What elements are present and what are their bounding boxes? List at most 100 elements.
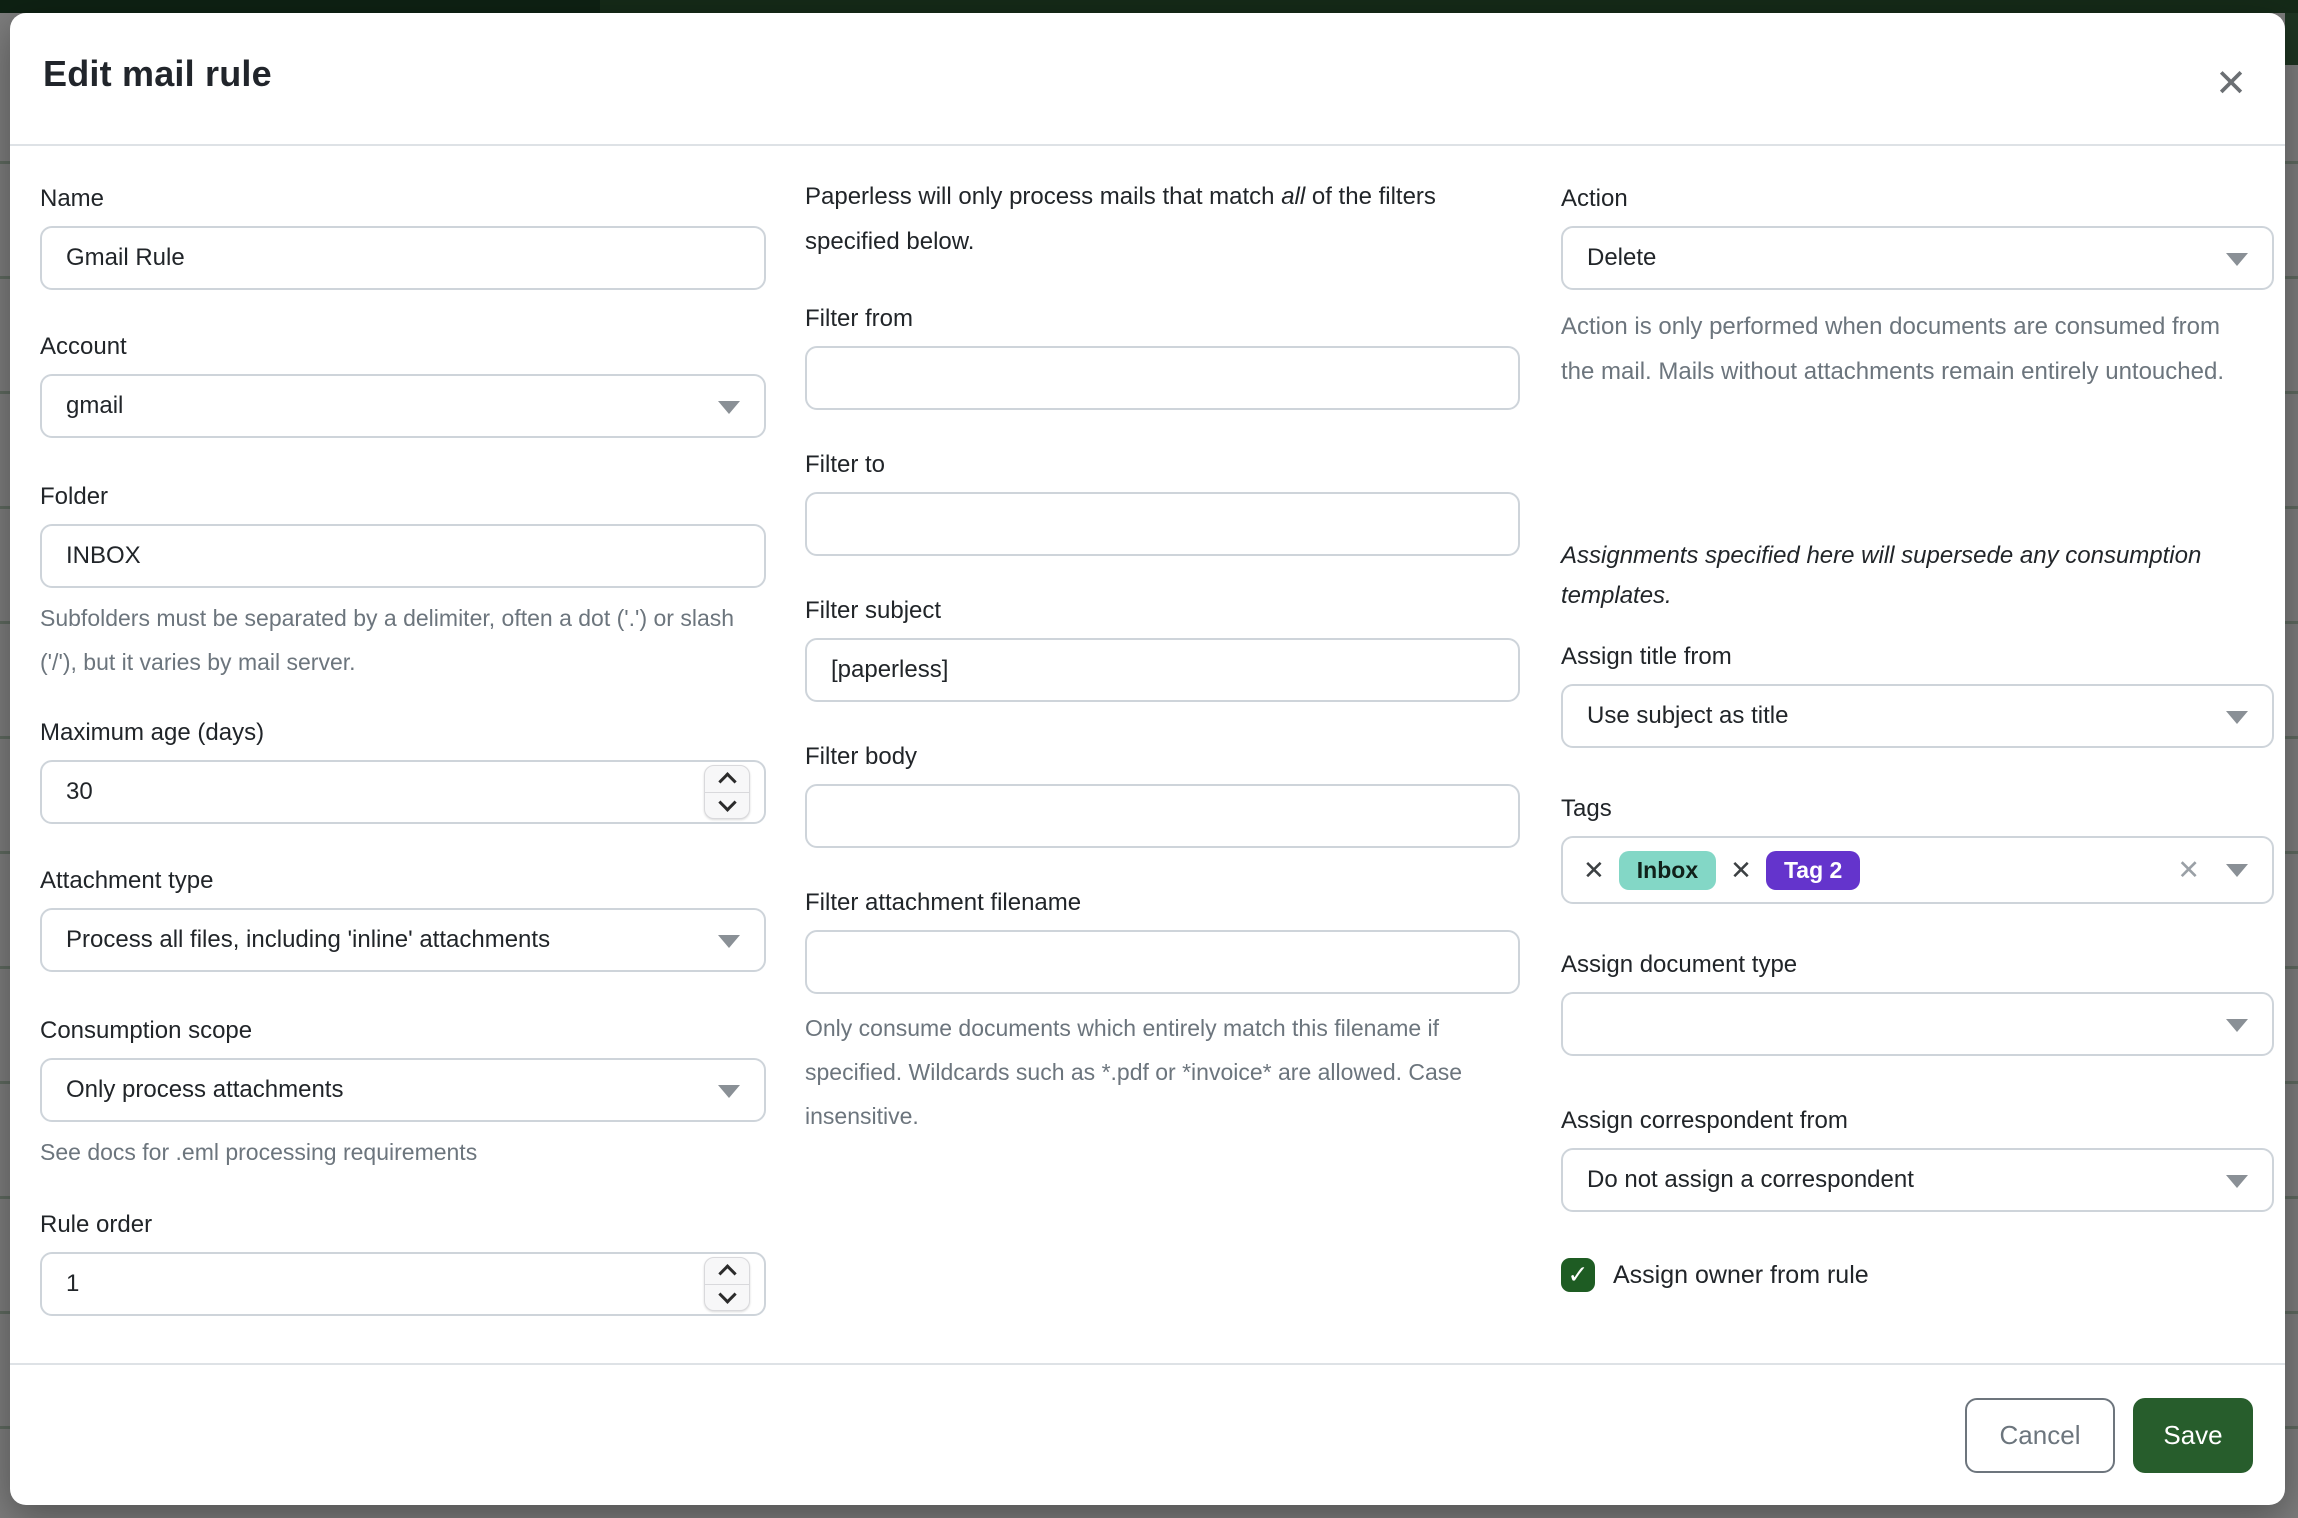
- field-assign-doc-type: Assign document type: [1561, 950, 2274, 1056]
- action-select[interactable]: Delete: [1561, 226, 2274, 290]
- tag-pill-inbox: Inbox: [1619, 851, 1716, 890]
- filter-from-input[interactable]: [805, 346, 1520, 410]
- dialog-footer: Cancel Save: [10, 1363, 2285, 1505]
- field-assign-correspondent: Assign correspondent from Do not assign …: [1561, 1106, 2274, 1212]
- filter-filename-label: Filter attachment filename: [805, 888, 1520, 918]
- app-header-strip: [0, 0, 2298, 13]
- assign-doc-type-select[interactable]: [1561, 992, 2274, 1056]
- max-age-label: Maximum age (days): [40, 718, 766, 748]
- consumption-scope-value: Only process attachments: [66, 1076, 343, 1104]
- filter-subject-label: Filter subject: [805, 596, 1520, 626]
- rule-order-value: 1: [66, 1270, 79, 1298]
- number-stepper[interactable]: [704, 765, 750, 819]
- account-select[interactable]: gmail: [40, 374, 766, 438]
- action-value: Delete: [1587, 244, 1656, 272]
- assignments-note: Assignments specified here will supersed…: [1561, 536, 2274, 616]
- name-label: Name: [40, 184, 766, 214]
- action-label: Action: [1561, 184, 2274, 214]
- field-filter-from: Filter from: [805, 304, 1520, 410]
- filter-from-label: Filter from: [805, 304, 1520, 334]
- column-actions: Action Delete Action is only performed w…: [1561, 146, 2274, 1363]
- assign-owner-checkbox[interactable]: ✓: [1561, 1258, 1595, 1292]
- close-icon: ✕: [2215, 61, 2247, 106]
- stepper-down-icon: [718, 1285, 736, 1303]
- filter-filename-input[interactable]: [805, 930, 1520, 994]
- field-assign-owner: ✓ Assign owner from rule: [1561, 1258, 2274, 1292]
- folder-help: Subfolders must be separated by a delimi…: [40, 596, 740, 684]
- field-filter-to: Filter to: [805, 450, 1520, 556]
- app-header-brand-segment: [0, 0, 600, 13]
- account-value: gmail: [66, 392, 123, 420]
- cancel-button[interactable]: Cancel: [1965, 1398, 2115, 1473]
- remove-tag-icon[interactable]: ✕: [1583, 855, 1605, 886]
- tags-select[interactable]: ✕ Inbox ✕ Tag 2 ✕: [1561, 836, 2274, 904]
- filter-to-input[interactable]: [805, 492, 1520, 556]
- chevron-down-icon: [2226, 864, 2248, 877]
- clear-tags-icon[interactable]: ✕: [2177, 855, 2200, 886]
- chevron-down-icon: [2226, 253, 2248, 266]
- assign-owner-label: Assign owner from rule: [1613, 1261, 1869, 1290]
- filters-intro-italic: all: [1281, 183, 1305, 210]
- column-general: Name Account gmail Folder Subfolders mus…: [40, 146, 766, 1363]
- chevron-down-icon: [718, 935, 740, 948]
- save-button[interactable]: Save: [2133, 1398, 2253, 1473]
- chevron-down-icon: [2226, 1019, 2248, 1032]
- consumption-scope-select[interactable]: Only process attachments: [40, 1058, 766, 1122]
- attachment-type-label: Attachment type: [40, 866, 766, 896]
- name-input[interactable]: [40, 226, 766, 290]
- app-header-sliver: [2285, 13, 2298, 65]
- assign-doc-type-label: Assign document type: [1561, 950, 2274, 980]
- rule-order-label: Rule order: [40, 1210, 766, 1240]
- remove-tag-icon[interactable]: ✕: [1730, 855, 1752, 886]
- field-action: Action Delete Action is only performed w…: [1561, 184, 2274, 394]
- stepper-up-icon: [718, 1264, 736, 1282]
- filter-body-input[interactable]: [805, 784, 1520, 848]
- consumption-scope-label: Consumption scope: [40, 1016, 766, 1046]
- field-name: Name: [40, 184, 766, 290]
- field-account: Account gmail: [40, 332, 766, 438]
- number-stepper[interactable]: [704, 1257, 750, 1311]
- chevron-down-icon: [2226, 1175, 2248, 1188]
- filter-subject-input[interactable]: [805, 638, 1520, 702]
- dialog-header: Edit mail rule ✕: [10, 13, 2285, 146]
- folder-input[interactable]: [40, 524, 766, 588]
- field-filter-body: Filter body: [805, 742, 1520, 848]
- field-filter-filename: Filter attachment filename Only consume …: [805, 888, 1520, 1138]
- tags-label: Tags: [1561, 794, 2274, 824]
- rule-order-input[interactable]: 1: [40, 1252, 766, 1316]
- dialog-body: Name Account gmail Folder Subfolders mus…: [10, 146, 2285, 1363]
- field-max-age: Maximum age (days) 30: [40, 718, 766, 824]
- field-folder: Folder Subfolders must be separated by a…: [40, 482, 766, 684]
- chevron-down-icon: [718, 401, 740, 414]
- assign-correspondent-label: Assign correspondent from: [1561, 1106, 2274, 1136]
- close-button[interactable]: ✕: [2205, 57, 2257, 109]
- maximum-age-input[interactable]: 30: [40, 760, 766, 824]
- account-label: Account: [40, 332, 766, 362]
- field-rule-order: Rule order 1: [40, 1210, 766, 1316]
- chevron-down-icon: [718, 1085, 740, 1098]
- filters-intro-prefix: Paperless will only process mails that m…: [805, 183, 1281, 210]
- filter-filename-help: Only consume documents which entirely ma…: [805, 1006, 1520, 1138]
- field-attachment-type: Attachment type Process all files, inclu…: [40, 866, 766, 972]
- field-consumption-scope: Consumption scope Only process attachmen…: [40, 1016, 766, 1174]
- assign-correspondent-select[interactable]: Do not assign a correspondent: [1561, 1148, 2274, 1212]
- assign-title-select[interactable]: Use subject as title: [1561, 684, 2274, 748]
- attachment-type-value: Process all files, including 'inline' at…: [66, 926, 550, 954]
- filter-to-label: Filter to: [805, 450, 1520, 480]
- field-assign-title: Assign title from Use subject as title: [1561, 642, 2274, 748]
- assign-correspondent-value: Do not assign a correspondent: [1587, 1166, 1914, 1194]
- max-age-value: 30: [66, 778, 93, 806]
- assign-title-value: Use subject as title: [1587, 702, 1788, 730]
- stepper-up-icon: [718, 772, 736, 790]
- column-filters: Paperless will only process mails that m…: [805, 146, 1520, 1363]
- field-tags: Tags ✕ Inbox ✕ Tag 2 ✕: [1561, 794, 2274, 904]
- consumption-scope-help: See docs for .eml processing requirement…: [40, 1130, 766, 1174]
- attachment-type-select[interactable]: Process all files, including 'inline' at…: [40, 908, 766, 972]
- stepper-down-icon: [718, 793, 736, 811]
- edit-mail-rule-dialog: Edit mail rule ✕ Name Account gmail Fold…: [10, 13, 2285, 1505]
- action-help: Action is only performed when documents …: [1561, 304, 2251, 394]
- folder-label: Folder: [40, 482, 766, 512]
- filter-body-label: Filter body: [805, 742, 1520, 772]
- checkmark-icon: ✓: [1568, 1260, 1589, 1290]
- chevron-down-icon: [2226, 711, 2248, 724]
